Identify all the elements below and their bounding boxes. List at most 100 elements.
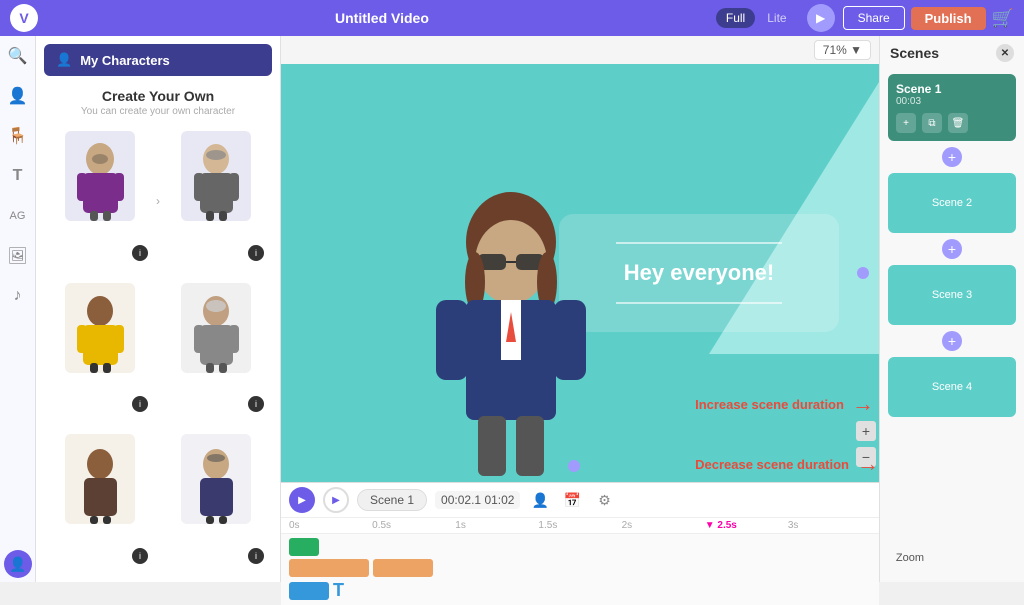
timeline-play-icon: ▶ (298, 495, 306, 506)
add-scene-3-icon[interactable]: + (942, 331, 962, 351)
scene-2-add-btn[interactable]: + (880, 239, 1024, 259)
sidebar-search-icon[interactable]: 🔍 (6, 44, 30, 68)
play-button[interactable]: ▶ (807, 4, 835, 32)
track-row-2 (289, 559, 871, 577)
my-characters-header[interactable]: 👤 My Characters (44, 44, 272, 76)
scene-3-thumb[interactable]: Scene 3 (888, 265, 1016, 325)
icon-sidebar: 🔍 👤 🪑 T AG 🖼 ♪ (0, 36, 36, 582)
app-logo: V (10, 4, 38, 32)
scene-copy-button[interactable]: ⧉ (922, 113, 942, 133)
ruler-15: 1.5s (538, 520, 621, 531)
character-1[interactable]: i › (44, 127, 156, 275)
character-4[interactable]: i (160, 279, 272, 427)
sidebar-props-icon[interactable]: AG (6, 204, 30, 228)
scene-1-duration: 00:03 (896, 96, 1008, 107)
timeline-tracks: T (281, 534, 879, 605)
share-button[interactable]: Share (843, 6, 905, 30)
timeline-calendar-icon[interactable]: 📅 (560, 488, 584, 512)
mode-lite-button[interactable]: Lite (757, 8, 796, 28)
canvas-handle-right[interactable] (857, 267, 869, 279)
sidebar-characters-icon[interactable]: 👤 (6, 84, 30, 108)
track-orange-2[interactable] (373, 559, 433, 577)
char-badge-2: i (248, 245, 264, 261)
create-your-own-label[interactable]: Create Your Own (36, 84, 280, 106)
speech-text: Hey everyone! (595, 260, 803, 286)
ruler-3: 3s (788, 520, 871, 531)
char-badge-6: i (248, 548, 264, 564)
duration-controls: + − (856, 421, 876, 467)
speech-top-line (616, 242, 782, 244)
characters-panel: 👤 My Characters Create Your Own You can … (36, 36, 281, 582)
ruler-1: 1s (455, 520, 538, 531)
increase-duration-button[interactable]: + (856, 421, 876, 441)
decrease-duration-button[interactable]: − (856, 447, 876, 467)
sidebar-text-icon[interactable]: T (6, 164, 30, 188)
track-row-1 (289, 538, 871, 556)
topbar: V Untitled Video Full Lite ▶ Share Publi… (0, 0, 1024, 36)
track-orange-1[interactable] (289, 559, 369, 577)
zoom-control[interactable]: 71% ▼ (814, 40, 871, 60)
scene-4-label: Scene 4 (932, 381, 972, 393)
scenes-panel: Scenes ✕ Scene 1 00:03 + ⧉ 🗑 + Scene 2 +… (879, 36, 1024, 582)
timeline-scene-play-icon: ▶ (332, 495, 340, 506)
canvas-toolbar: 71% ▼ (281, 36, 879, 64)
timeline-scene-label: Scene 1 (357, 489, 427, 511)
track-blue[interactable] (289, 582, 329, 600)
add-scene-2-icon[interactable]: + (942, 239, 962, 259)
timeline-time-display: 00:02.1 01:02 (435, 491, 520, 509)
scene-1-add-btn[interactable]: + (880, 147, 1024, 167)
ruler-05: 0.5s (372, 520, 455, 531)
timeline-settings-icon[interactable]: ⚙ (592, 488, 616, 512)
character-5[interactable]: i (44, 430, 156, 578)
track-green[interactable] (289, 538, 319, 556)
canvas-character (411, 182, 611, 482)
timeline-controls: ▶ ▶ Scene 1 00:02.1 01:02 👤 📅 ⚙ (281, 483, 879, 518)
character-3[interactable]: i (44, 279, 156, 427)
ruler-0: 0s (289, 520, 372, 531)
scene-delete-button[interactable]: 🗑 (948, 113, 968, 133)
scene-1-name: Scene 1 (896, 82, 1008, 96)
timeline-area: ▶ ▶ Scene 1 00:02.1 01:02 👤 📅 ⚙ 0s 0.5s (281, 482, 879, 582)
canvas-handle-bottom[interactable] (568, 460, 580, 472)
mode-full-button[interactable]: Full (716, 8, 755, 28)
speech-bottom-line (616, 302, 782, 304)
sidebar-media-icon[interactable]: 🖼 (6, 244, 30, 268)
ruler-2: 2s (622, 520, 705, 531)
scene-4-thumb[interactable]: Scene 4 (888, 357, 1016, 417)
char-badge-1: i (132, 245, 148, 261)
char-badge-5: i (132, 548, 148, 564)
scenes-close-button[interactable]: ✕ (996, 44, 1014, 62)
scene-3-add-btn[interactable]: + (880, 331, 1024, 351)
scene-2-label: Scene 2 (932, 197, 972, 209)
create-sub-label: You can create your own character (36, 106, 280, 117)
timeline-character-icon[interactable]: 👤 (528, 488, 552, 512)
char-badge-4: i (248, 396, 264, 412)
track-row-3: T (289, 580, 871, 601)
timeline-play-button[interactable]: ▶ (289, 487, 315, 513)
canvas[interactable]: Hey everyone! (281, 64, 879, 482)
canvas-area: 71% ▼ Hey everyone! (281, 36, 879, 582)
sidebar-audio-icon[interactable]: ♪ (6, 284, 30, 308)
scenes-header: Scenes ✕ (880, 36, 1024, 70)
add-scene-1-icon[interactable]: + (942, 147, 962, 167)
user-icon: 👤 (56, 52, 72, 68)
character-6[interactable]: i (160, 430, 272, 578)
ruler-25: ▼ 2.5s (705, 520, 788, 531)
track-text-label: T (333, 580, 344, 601)
char-badge-3: i (132, 396, 148, 412)
timeline-ruler: 0s 0.5s 1s 1.5s 2s ▼ 2.5s 3s (281, 518, 879, 534)
timeline-scene-play-button[interactable]: ▶ (323, 487, 349, 513)
scene-add-button[interactable]: + (896, 113, 916, 133)
scene-2-thumb[interactable]: Scene 2 (888, 173, 1016, 233)
scenes-label: Scenes (890, 45, 939, 61)
user-avatar[interactable]: 👤 (4, 550, 32, 578)
cart-icon[interactable]: 🛒 (992, 8, 1014, 29)
characters-grid: i › i (36, 123, 280, 582)
video-title[interactable]: Untitled Video (48, 10, 716, 26)
play-icon: ▶ (816, 11, 825, 25)
publish-button[interactable]: Publish (911, 7, 986, 30)
mode-toggle: Full Lite (716, 8, 797, 28)
sidebar-scenes-icon[interactable]: 🪑 (6, 124, 30, 148)
character-2[interactable]: i (160, 127, 272, 275)
scene-1-block[interactable]: Scene 1 00:03 + ⧉ 🗑 (888, 74, 1016, 141)
